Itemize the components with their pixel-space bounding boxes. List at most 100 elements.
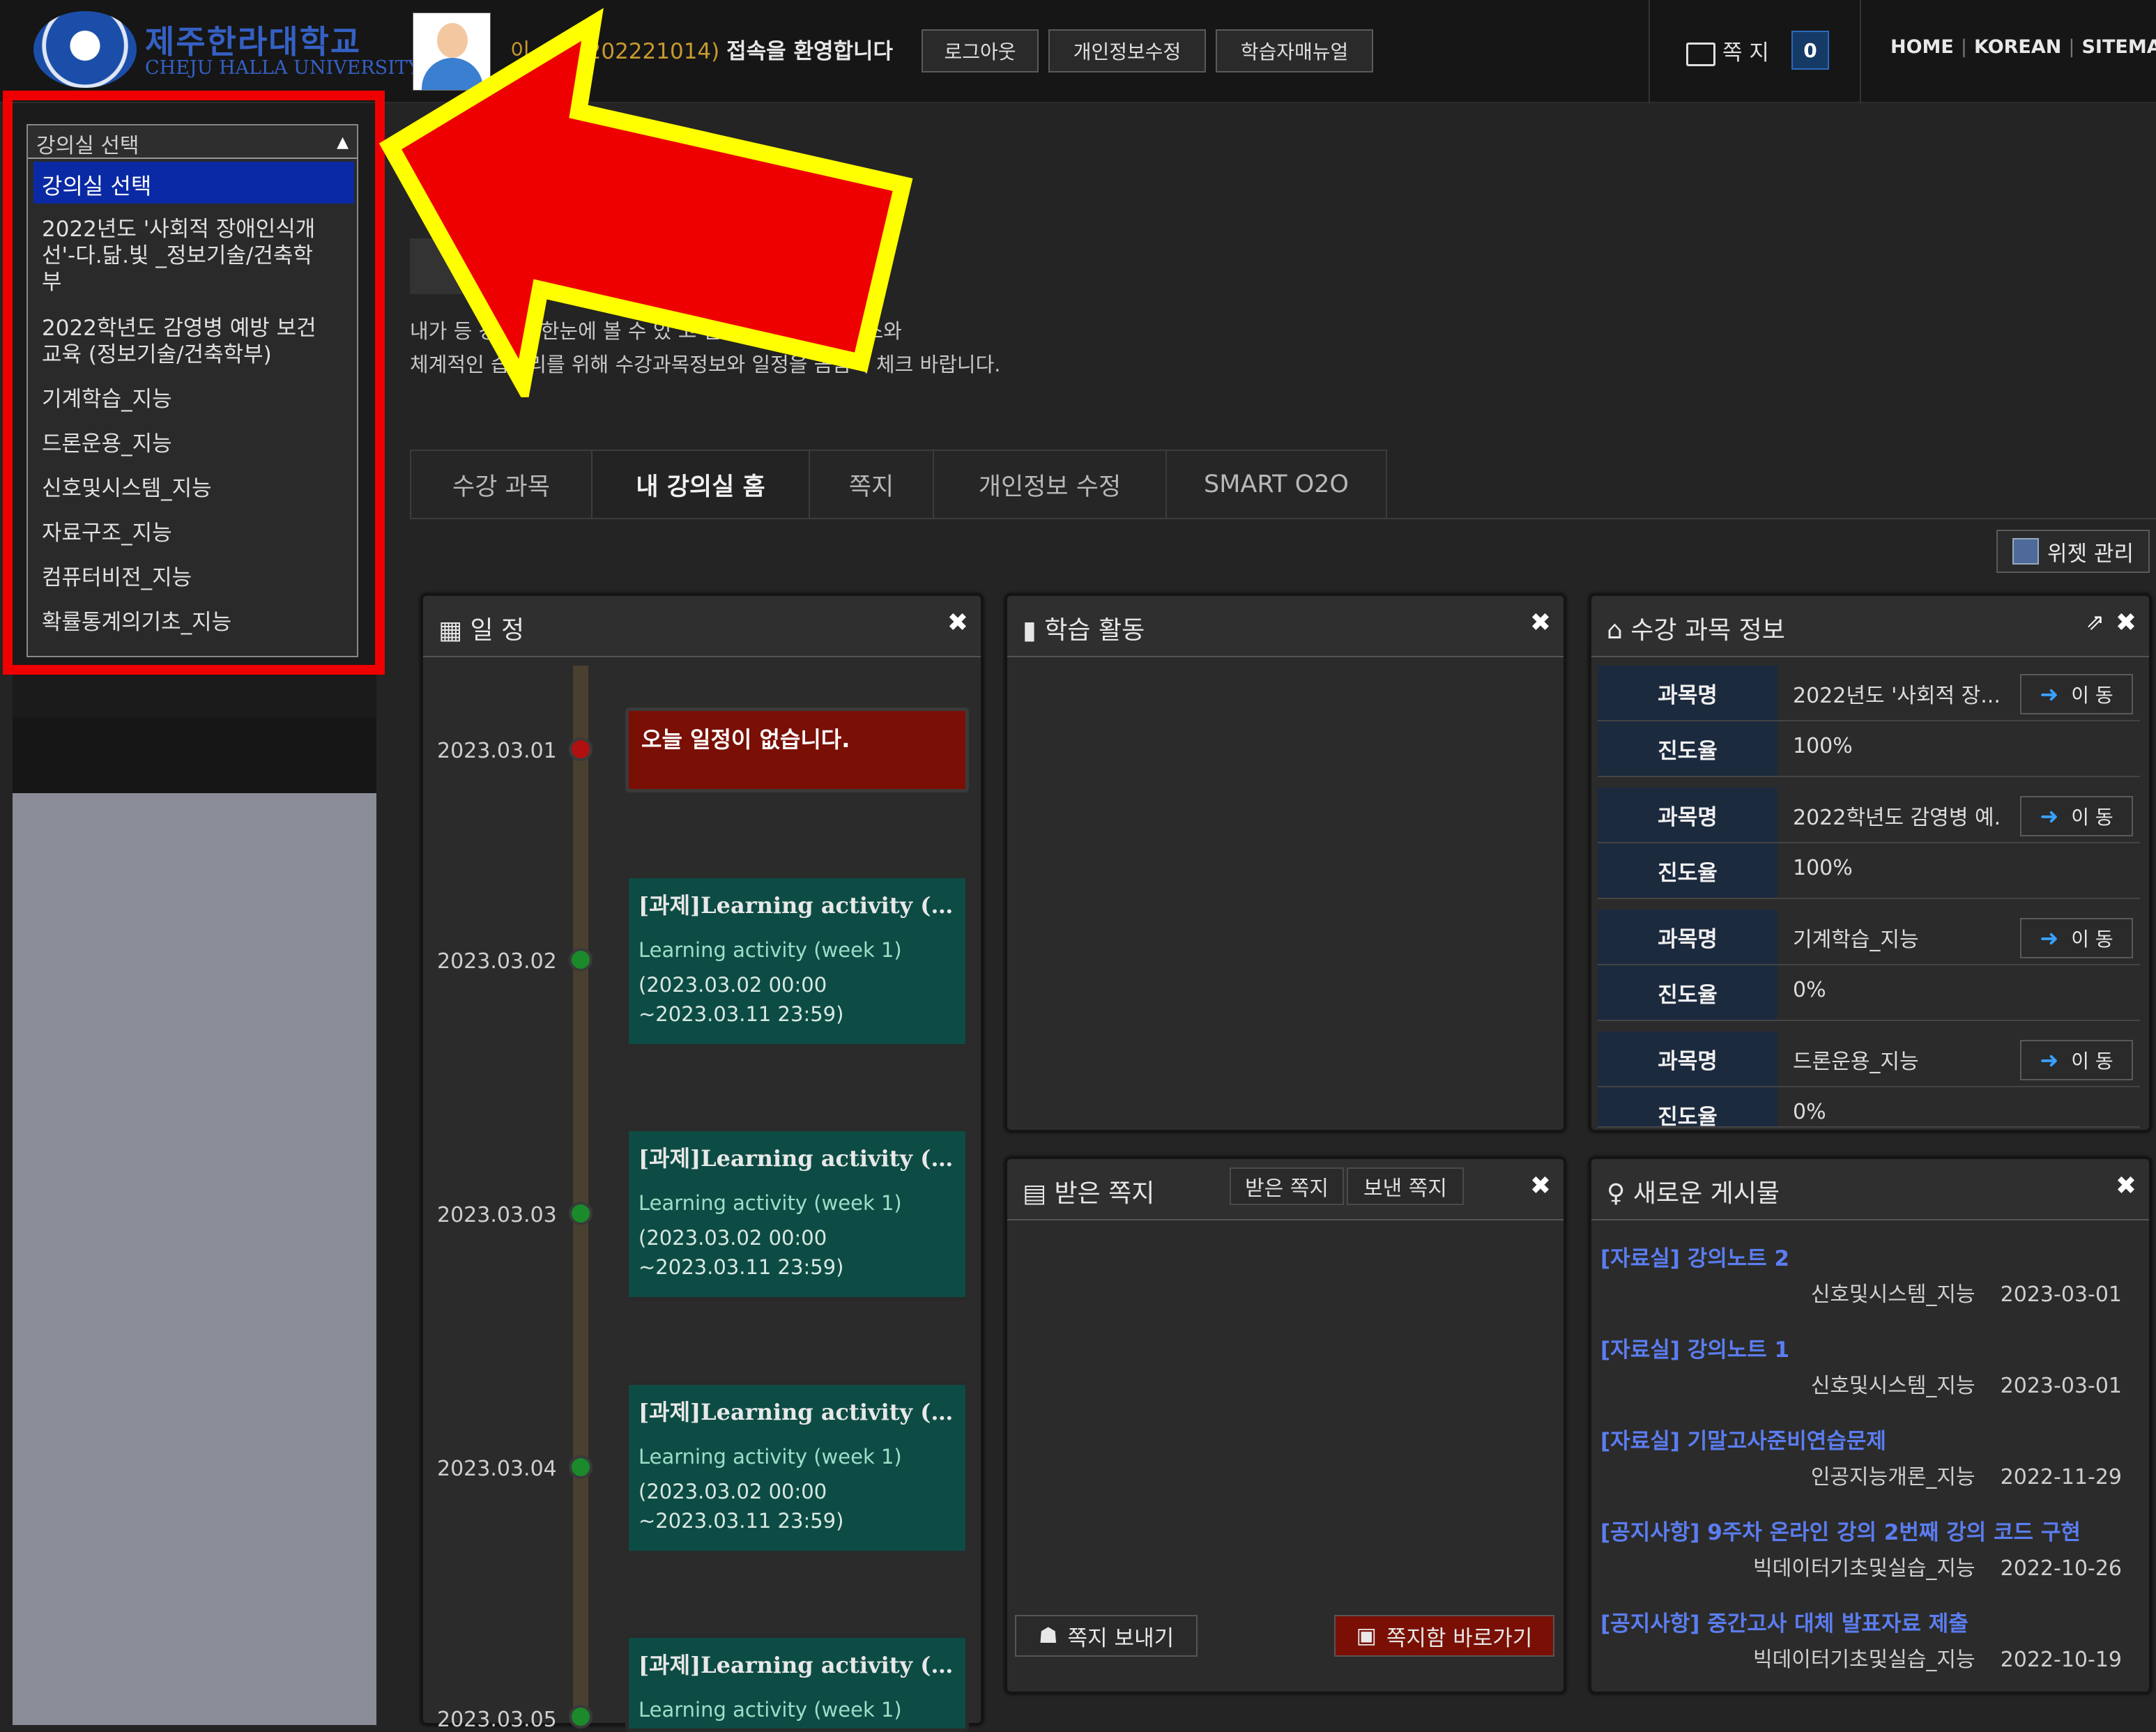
sidebar-band <box>13 718 376 793</box>
no-schedule-card: 오늘 일정이 없습니다. <box>625 707 969 792</box>
post-meta: 빅데이터기초및실습_지능 2022-10-26 <box>1753 1556 2122 1581</box>
course-name: 기계학습_지능 <box>1793 928 1919 952</box>
course-name-key: 과목명 <box>1598 666 1777 720</box>
course-name-key: 과목명 <box>1598 910 1777 964</box>
top-links: HOME|KOREAN|SITEMAP <box>1890 36 2156 58</box>
course-name-key: 과목명 <box>1598 788 1777 842</box>
course-info-title: ⌂ 수강 과목 정보 <box>1607 616 1785 645</box>
course-progress-key: 진도율 <box>1598 721 1777 776</box>
activity-header: ▮ 학습 활동 ✖ <box>1007 596 1564 657</box>
course-name-row: 과목명 2022학년도 감영병 예... ➜ 이 동 <box>1598 788 2140 843</box>
row-gap <box>1598 1021 2140 1031</box>
schedule-item-card[interactable]: [과제]Learning activity (wee... Learning a… <box>625 875 969 1048</box>
schedule-item-card[interactable]: [과제]Learning activity (wee... Learning a… <box>625 1381 969 1554</box>
course-progress-key: 진도율 <box>1598 1087 1777 1126</box>
course-progress: 0% <box>1793 1100 1826 1124</box>
schedule-item-card[interactable]: [과제]Learning activity (wee... Learning a… <box>625 1634 969 1732</box>
schedule-item-sub: Learning activity (week 1) <box>639 938 902 962</box>
schedule-item-title: [과제]Learning activity (wee... <box>639 1145 956 1172</box>
close-icon[interactable]: ✖ <box>947 608 968 637</box>
schedule-date: 2023.03.03 <box>437 1203 557 1227</box>
course-name: 드론운용_지능 <box>1793 1050 1919 1074</box>
timeline-line <box>573 666 588 1725</box>
messages-link[interactable]: 쪽 지 0 <box>1649 0 1861 103</box>
course-progress: 100% <box>1793 856 1853 880</box>
edit-profile-button[interactable]: 개인정보수정 <box>1048 29 1206 72</box>
inbox-title: ▤ 받은 쪽지 <box>1023 1179 1155 1208</box>
university-logo[interactable]: 제주한라대학교 CHEJU HALLA UNIVERSITY <box>33 8 420 91</box>
course-name-row: 과목명 드론운용_지능 ➜ 이 동 <box>1598 1032 2140 1087</box>
tab-courses[interactable]: 수강 과목 <box>410 450 592 519</box>
timeline-dot <box>569 1202 592 1225</box>
move-button[interactable]: ➜ 이 동 <box>2020 796 2133 836</box>
close-icon[interactable]: ✖ <box>2116 1172 2136 1200</box>
calendar-icon: ▦ <box>438 616 471 645</box>
move-button[interactable]: ➜ 이 동 <box>2020 918 2133 958</box>
arrow-right-icon: ➜ <box>2040 925 2059 951</box>
sent-messages-tab[interactable]: 보낸 쪽지 <box>1347 1167 1464 1205</box>
tab-edit-profile[interactable]: 개인정보 수정 <box>933 450 1167 519</box>
schedule-date: 2023.03.05 <box>437 1708 557 1732</box>
widget-icon <box>2012 538 2040 565</box>
tab-my-classroom-home[interactable]: 내 강의실 홈 <box>591 450 810 519</box>
sitemap-link[interactable]: SITEMAP <box>2081 36 2156 58</box>
close-icon[interactable]: ✖ <box>2116 608 2136 637</box>
arrow-right-icon: ➜ <box>2040 1047 2059 1073</box>
korean-link[interactable]: KOREAN <box>1974 36 2061 58</box>
move-button[interactable]: ➜ 이 동 <box>2020 1040 2133 1080</box>
messages-count-badge: 0 <box>1791 31 1829 70</box>
schedule-date: 2023.03.02 <box>437 949 557 974</box>
schedule-item-period: (2023.03.02 00:00 ~2023.03.11 23:59) <box>639 1226 844 1279</box>
close-icon[interactable]: ✖ <box>1530 1172 1551 1200</box>
tab-divider <box>410 518 2156 519</box>
arrow-right-icon: ➜ <box>2040 803 2059 829</box>
course-name-key: 과목명 <box>1598 1032 1777 1086</box>
course-name: 2022학년도 감영병 예... <box>1793 806 2002 830</box>
schedule-item-card[interactable]: [과제]Learning activity (wee... Learning a… <box>625 1128 969 1301</box>
bulb-icon: ♀ <box>1607 1179 1633 1208</box>
post-title[interactable]: [자료실] 기말고사준비연습문제 <box>1600 1423 1886 1455</box>
post-title[interactable]: [공지사항] 9주차 온라인 강의 2번째 강의 코드 구현 <box>1600 1515 2081 1546</box>
received-messages-tab[interactable]: 받은 쪽지 <box>1230 1167 1344 1205</box>
schedule-item-title: [과제]Learning activity (wee... <box>639 892 956 919</box>
post-meta: 신호및시스템_지능 2023-03-01 <box>1810 1282 2122 1307</box>
university-emblem-icon <box>33 11 137 88</box>
row-gap <box>1598 899 2140 909</box>
message-bubble-icon <box>1686 42 1715 66</box>
learner-manual-button[interactable]: 학습자매뉴얼 <box>1216 29 1373 72</box>
course-progress-row: 진도율 0% <box>1598 965 2140 1021</box>
schedule-header: ▦ 일 정 ✖ <box>423 596 981 657</box>
course-progress: 0% <box>1793 978 1826 1002</box>
send-message-button[interactable]: ☗ 쪽지 보내기 <box>1015 1615 1198 1657</box>
messages-label: 쪽 지 <box>1686 35 1769 66</box>
course-progress-key: 진도율 <box>1598 843 1777 898</box>
post-meta: 신호및시스템_지능 2023-03-01 <box>1810 1374 2122 1398</box>
post-title[interactable]: [자료실] 강의노트 2 <box>1600 1241 1789 1272</box>
home-link[interactable]: HOME <box>1890 36 1954 58</box>
course-progress: 100% <box>1793 734 1853 758</box>
move-button[interactable]: ➜ 이 동 <box>2020 674 2133 714</box>
go-to-inbox-button[interactable]: ▣ 쪽지함 바로가기 <box>1334 1615 1554 1657</box>
row-gap <box>1598 777 2140 787</box>
post-title[interactable]: [공지사항] 중간고사 대체 발표자료 제출 <box>1600 1606 1968 1637</box>
close-icon[interactable]: ✖ <box>1530 608 1551 637</box>
main-tabs: 수강 과목 내 강의실 홈 쪽지 개인정보 수정 SMART O2O <box>410 450 1387 519</box>
timeline-dot <box>569 948 592 972</box>
post-meta: 인공지능개론_지능 2022-11-29 <box>1810 1465 2122 1489</box>
tab-smart-o2o[interactable]: SMART O2O <box>1165 450 1387 519</box>
tab-messages[interactable]: 쪽지 <box>809 450 934 519</box>
schedule-item-sub: Learning activity (week 1) <box>639 1191 902 1215</box>
schedule-item-sub: Learning activity (week 1) <box>639 1445 902 1469</box>
course-name-row: 과목명 2022년도 '사회적 장... ➜ 이 동 <box>1598 666 2140 721</box>
widget-manage-button[interactable]: 위젯 관리 <box>1996 530 2150 573</box>
course-info-header: ⌂ 수강 과목 정보 ⇗ ✖ <box>1591 596 2149 657</box>
post-title[interactable]: [자료실] 강의노트 1 <box>1600 1332 1789 1363</box>
learning-activity-panel: ▮ 학습 활동 ✖ <box>1005 594 1566 1132</box>
course-progress-row: 진도율 0% <box>1598 1087 2140 1128</box>
logo-korean: 제주한라대학교 <box>145 23 362 61</box>
post-meta: 빅데이터기초및실습_지능 2022-10-19 <box>1753 1648 2122 1672</box>
posts-header: ♀ 새로운 게시물 ✖ <box>1591 1159 2149 1220</box>
chat-icon: ▤ <box>1023 1179 1055 1208</box>
external-link-icon[interactable]: ⇗ <box>2086 608 2104 635</box>
posts-title: ♀ 새로운 게시물 <box>1607 1179 1780 1208</box>
